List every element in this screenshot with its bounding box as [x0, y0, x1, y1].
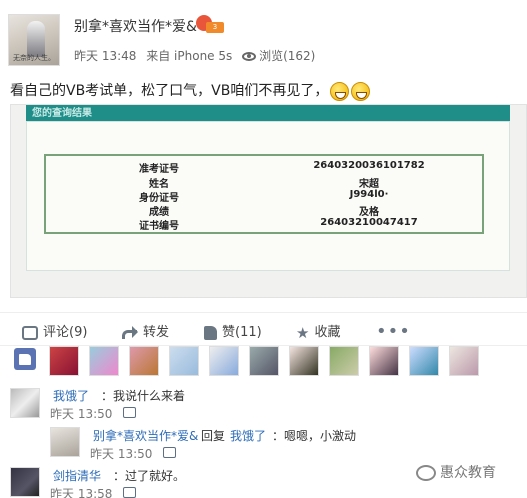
- result-row: 姓名 宋超: [46, 175, 482, 190]
- liker-avatar[interactable]: [249, 346, 279, 376]
- post-text: 看自己的VB考试单，松了口气，VB咱们不再见了，: [10, 80, 371, 101]
- comment-text: ：过了就好。: [113, 469, 186, 483]
- comment-label: 评论(9): [43, 325, 88, 340]
- liker-avatar[interactable]: [209, 346, 239, 376]
- grin-emoji-icon: [330, 81, 350, 101]
- result-header-bar: 您的查询结果: [26, 105, 510, 121]
- liker-avatar[interactable]: [289, 346, 319, 376]
- like-button[interactable]: 赞(11): [204, 321, 262, 340]
- result-row: 准考证号 2640320036101782: [46, 160, 482, 175]
- exam-result-image[interactable]: 您的查询结果 准考证号 2640320036101782 姓名 宋超 身份证号 …: [10, 104, 527, 298]
- user-avatar[interactable]: 无奈的人生。: [8, 14, 60, 66]
- commenter-name[interactable]: 剑指清华: [53, 467, 101, 484]
- eye-icon: [242, 52, 257, 61]
- post-header: 无奈的人生。 别拿*喜欢当作*爱& 3 昨天 13:48 来自 iPhone 5…: [0, 0, 527, 72]
- favorite-button[interactable]: ★ 收藏: [296, 321, 340, 342]
- post-time: 昨天 13:48: [74, 49, 137, 63]
- like-thumb-icon: [14, 348, 36, 370]
- result-label: 身份证号: [139, 193, 179, 204]
- share-label: 转发: [143, 325, 170, 340]
- level-badge: 3: [196, 15, 226, 35]
- liker-avatar[interactable]: [129, 346, 159, 376]
- watermark: 惠众教育: [416, 462, 496, 482]
- username[interactable]: 别拿*喜欢当作*爱&: [74, 16, 197, 36]
- comment-time: 昨天 13:58: [50, 487, 113, 498]
- thumbs-up-icon: [204, 325, 217, 340]
- comment-item: 我饿了 ：我说什么来着 昨天 13:50: [0, 382, 527, 421]
- result-row: 成绩 及格: [46, 203, 482, 218]
- likers-row: [10, 346, 527, 382]
- liker-avatar[interactable]: [369, 346, 399, 376]
- result-header-title: 您的查询结果: [32, 108, 92, 119]
- result-area: 准考证号 2640320036101782 姓名 宋超 身份证号 J994l0·…: [26, 121, 510, 271]
- result-label: 准考证号: [139, 164, 179, 175]
- liker-avatar[interactable]: [89, 346, 119, 376]
- result-label: 成绩: [149, 207, 169, 218]
- comment-icon: [22, 325, 38, 340]
- reply-button[interactable]: [163, 445, 179, 459]
- result-value: J994l0·: [349, 189, 389, 200]
- post-source: 来自 iPhone 5s: [146, 49, 233, 63]
- liker-avatar[interactable]: [329, 346, 359, 376]
- commenter-avatar[interactable]: [10, 467, 40, 497]
- share-icon: [122, 325, 138, 340]
- comment-item: 别拿*喜欢当作*爱& 回复 我饿了 ：嗯嗯，小激动 昨天 13:50: [0, 422, 527, 461]
- comment-time: 昨天 13:50: [90, 447, 153, 461]
- more-icon: •••: [376, 321, 411, 342]
- commenter-avatar[interactable]: [50, 427, 80, 457]
- commenter-name[interactable]: 我饿了: [53, 387, 89, 404]
- like-label: 赞(11): [222, 325, 262, 340]
- commenter-avatar[interactable]: [10, 388, 40, 418]
- liker-avatar[interactable]: [49, 346, 79, 376]
- grin-emoji-icon: [351, 81, 371, 101]
- result-label: 姓名: [149, 179, 169, 190]
- star-icon: ★: [296, 323, 310, 342]
- liker-avatar[interactable]: [409, 346, 439, 376]
- liker-avatar[interactable]: [169, 346, 199, 376]
- result-value: 及格: [359, 207, 379, 218]
- result-value: 26403210047417: [320, 217, 418, 228]
- avatar-figure: [27, 21, 45, 57]
- more-button[interactable]: •••: [376, 321, 411, 342]
- views: 浏览(162): [242, 49, 321, 63]
- action-bar: 评论(9) 转发 赞(11) ★ 收藏 •••: [0, 312, 527, 346]
- comment-text: ：嗯嗯，小激动: [272, 429, 357, 443]
- views-count: 浏览(162): [259, 49, 316, 63]
- post-meta: 昨天 13:48 来自 iPhone 5s 浏览(162): [74, 47, 327, 64]
- avatar-caption: 无奈的人生。: [13, 54, 55, 62]
- comment-text: ：我说什么来着: [101, 389, 186, 403]
- wechat-icon: [416, 465, 436, 481]
- comment-button[interactable]: 评论(9): [22, 321, 87, 340]
- post-body: 看自己的VB考试单，松了口气，VB咱们不再见了，: [10, 83, 329, 99]
- result-value: 宋超: [359, 179, 379, 190]
- reply-button[interactable]: [123, 485, 139, 498]
- level-number: 3: [206, 22, 224, 33]
- result-label: 证书编号: [139, 221, 179, 232]
- result-row: 身份证号 J994l0·: [46, 189, 482, 204]
- result-row: 证书编号 26403210047417: [46, 217, 482, 232]
- liker-avatar[interactable]: [449, 346, 479, 376]
- watermark-text: 惠众教育: [440, 465, 496, 481]
- commenter-name[interactable]: 别拿*喜欢当作*爱&: [93, 427, 198, 444]
- reply-button[interactable]: [123, 405, 139, 419]
- reply-to-name[interactable]: 我饿了: [230, 427, 266, 444]
- comment-time: 昨天 13:50: [50, 407, 113, 421]
- share-button[interactable]: 转发: [122, 321, 169, 340]
- reply-label: 回复: [201, 429, 226, 443]
- result-value: 2640320036101782: [313, 160, 425, 171]
- result-table: 准考证号 2640320036101782 姓名 宋超 身份证号 J994l0·…: [44, 154, 484, 234]
- favorite-label: 收藏: [314, 325, 341, 340]
